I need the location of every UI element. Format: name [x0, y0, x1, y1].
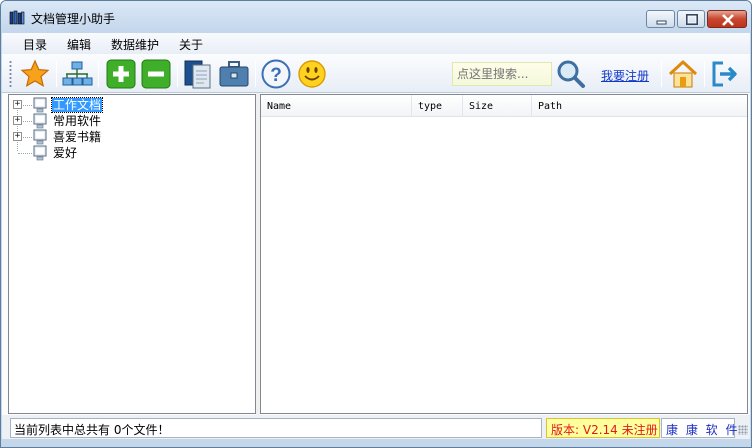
remove-button[interactable] — [140, 58, 172, 90]
main-content: + 工作文档 + 常用软件 + 喜爱书籍 爱好 Name type Size P… — [2, 93, 750, 415]
resize-grip[interactable] — [738, 425, 748, 435]
file-list[interactable]: Name type Size Path — [260, 94, 748, 414]
register-link[interactable]: 我要注册 — [601, 67, 649, 84]
maximize-button[interactable] — [677, 10, 705, 28]
network-button[interactable] — [61, 58, 93, 90]
help-button[interactable]: ? — [260, 58, 292, 90]
exit-button[interactable] — [709, 58, 741, 90]
tree-item-label: 爱好 — [53, 146, 78, 160]
minimize-icon — [656, 20, 667, 25]
favorite-button[interactable] — [19, 58, 51, 90]
plus-icon — [106, 59, 136, 89]
help-icon: ? — [261, 59, 291, 89]
computer-icon — [33, 97, 47, 113]
tree-item-label: 工作文档 — [50, 97, 104, 113]
computer-icon — [33, 145, 47, 161]
books-icon — [9, 10, 25, 25]
tree-item-common-software[interactable]: + 常用软件 — [9, 113, 249, 129]
maximize-icon — [686, 14, 698, 25]
window-title: 文档管理小助手 — [31, 12, 116, 26]
home-icon — [668, 60, 698, 88]
search-button[interactable] — [555, 58, 587, 90]
column-header-type[interactable]: type — [412, 95, 463, 117]
expand-toggle[interactable]: + — [13, 116, 22, 125]
expand-toggle[interactable]: + — [13, 100, 22, 109]
computer-icon — [33, 129, 47, 145]
column-header-size[interactable]: Size — [463, 95, 532, 117]
company-label: 康 康 软 件 — [661, 418, 737, 438]
category-tree[interactable]: + 工作文档 + 常用软件 + 喜爱书籍 爱好 — [8, 94, 256, 414]
network-icon — [62, 61, 93, 86]
star-icon — [20, 59, 50, 88]
minus-icon — [141, 59, 171, 89]
toolbar-grip[interactable] — [9, 60, 12, 88]
tree-item-label: 常用软件 — [53, 114, 102, 128]
smiley-icon — [298, 60, 326, 88]
app-window: 文档管理小助手 目录 编辑 数据维护 关于 ? 点这里搜索... 我要注册 + … — [0, 0, 752, 448]
menu-bar: 目录 编辑 数据维护 关于 — [2, 33, 750, 54]
menu-directory[interactable]: 目录 — [23, 36, 47, 53]
search-icon — [557, 60, 585, 88]
home-button[interactable] — [667, 58, 699, 90]
computer-icon — [33, 113, 47, 129]
add-button[interactable] — [105, 58, 137, 90]
exit-icon — [712, 61, 737, 87]
menu-about[interactable]: 关于 — [179, 36, 203, 53]
close-icon — [722, 14, 734, 26]
search-input[interactable] — [452, 62, 552, 86]
svg-text:?: ? — [270, 65, 282, 86]
copy-icon — [184, 60, 211, 89]
menu-edit[interactable]: 编辑 — [67, 36, 91, 53]
column-header-name[interactable]: Name — [261, 95, 412, 117]
column-header-path[interactable]: Path — [532, 95, 747, 117]
about-button[interactable] — [296, 58, 328, 90]
status-message: 当前列表中总共有 0个文件！ — [10, 418, 542, 438]
close-button[interactable] — [707, 10, 747, 28]
briefcase-icon — [219, 61, 249, 87]
tree-item-label: 喜爱书籍 — [53, 130, 102, 144]
tree-item-favorite-books[interactable]: + 喜爱书籍 — [9, 129, 249, 145]
menu-data-maintenance[interactable]: 数据维护 — [111, 36, 159, 53]
tree-item-work-docs[interactable]: + 工作文档 — [9, 97, 249, 113]
expand-toggle[interactable]: + — [13, 132, 22, 141]
briefcase-button[interactable] — [218, 58, 250, 90]
version-badge: 版本: V2.14 未注册 — [546, 418, 660, 438]
minimize-button[interactable] — [646, 10, 675, 28]
title-bar[interactable]: 文档管理小助手 — [1, 1, 751, 33]
tree-item-hobbies[interactable]: 爱好 — [9, 145, 249, 161]
copy-button[interactable] — [182, 58, 214, 90]
status-bar: 当前列表中总共有 0个文件！ 版本: V2.14 未注册 康 康 软 件 — [2, 415, 750, 439]
